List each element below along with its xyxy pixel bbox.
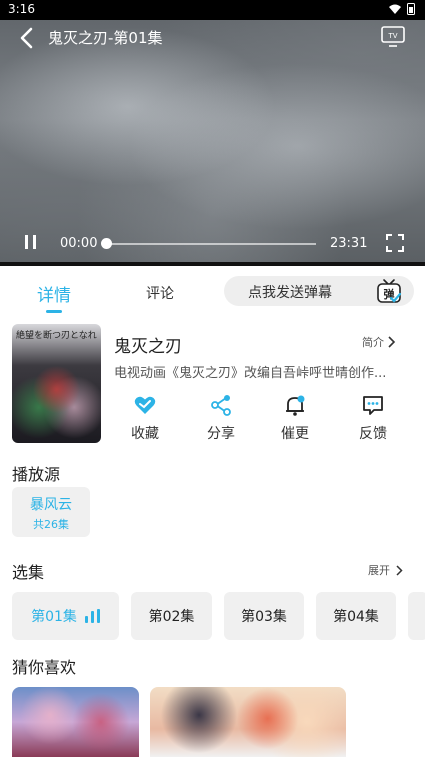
progress-thumb[interactable] [101,238,112,249]
intro-label: 简介 [362,336,384,349]
wifi-icon [389,4,401,14]
share-label: 分享 [207,426,235,442]
playing-bars-icon [84,609,100,623]
status-bar: 3:16 [0,0,425,20]
episode-label: 第02集 [148,609,195,625]
source-section-title: 播放源 [12,465,61,484]
chevron-right-icon [396,564,403,576]
share-icon [211,395,231,416]
recommend-card[interactable] [150,687,346,757]
episode-label: 第04集 [333,609,379,625]
feedback-icon [363,396,383,415]
episode-item[interactable]: 第02集 [131,592,212,640]
danmaku-input[interactable]: 点我发送弹幕 弹 [224,276,414,306]
back-arrow-icon[interactable] [16,26,38,50]
tab-details[interactable]: 详情 [37,281,71,306]
battery-icon [407,3,415,15]
anime-poster[interactable]: 絶望を断つ刃となれ [12,324,101,443]
tv-label: TV [387,32,397,40]
heart-icon [134,396,156,414]
poster-text: 絶望を断つ刃となれ [16,331,97,341]
episode-item[interactable]: 第03集 [224,592,304,640]
player-controls: 00:00 23:31 [0,228,425,258]
recommend-card[interactable] [12,687,139,757]
favorite-label: 收藏 [131,426,159,442]
video-bottom-edge [0,262,425,266]
bell-icon [286,395,305,416]
status-time: 3:16 [8,2,35,16]
tab-comments[interactable]: 评论 [146,283,174,303]
expand-episodes-link[interactable]: 展开 [368,562,403,578]
current-time: 00:00 [60,236,98,251]
episode-item-partial[interactable] [408,592,425,640]
source-name: 暴风云 [30,497,72,513]
anime-description: 电视动画《鬼灭之刃》改编自吾峠呼世晴创作... [114,366,387,381]
fullscreen-icon[interactable] [386,234,404,252]
feedback-button[interactable]: 反馈 [348,393,398,443]
feedback-label: 反馈 [359,426,387,442]
episode-label: 第03集 [241,609,287,625]
progress-bar[interactable] [104,243,316,245]
intro-link[interactable]: 简介 [362,334,396,350]
video-title: 鬼灭之刃-第01集 [48,29,163,47]
urge-label: 催更 [281,426,309,442]
episode-item[interactable]: 第04集 [316,592,396,640]
episodes-section-title: 选集 [12,563,45,582]
anime-title: 鬼灭之刃 [114,337,182,357]
source-card[interactable]: 暴风云 共26集 [12,487,90,537]
chevron-right-icon [388,336,396,348]
share-button[interactable]: 分享 [196,393,246,443]
episode-label: 第01集 [31,609,77,625]
player-top-bar: 鬼灭之刃-第01集 TV [0,20,425,56]
episode-item-active[interactable]: 第01集 [12,592,119,640]
favorite-button[interactable]: 收藏 [120,393,170,443]
danmaku-tv-icon[interactable]: 弹 [376,278,402,304]
urge-update-button[interactable]: 催更 [270,393,320,443]
total-time: 23:31 [330,236,368,251]
danmaku-placeholder: 点我发送弹幕 [248,285,332,301]
recommend-section-title: 猜你喜欢 [12,658,77,677]
pause-icon[interactable] [22,234,40,250]
status-icons [389,3,415,15]
tab-active-indicator [46,310,62,313]
source-episode-count: 共26集 [33,518,69,531]
tv-cast-icon[interactable]: TV [381,25,405,47]
expand-label: 展开 [368,564,390,577]
